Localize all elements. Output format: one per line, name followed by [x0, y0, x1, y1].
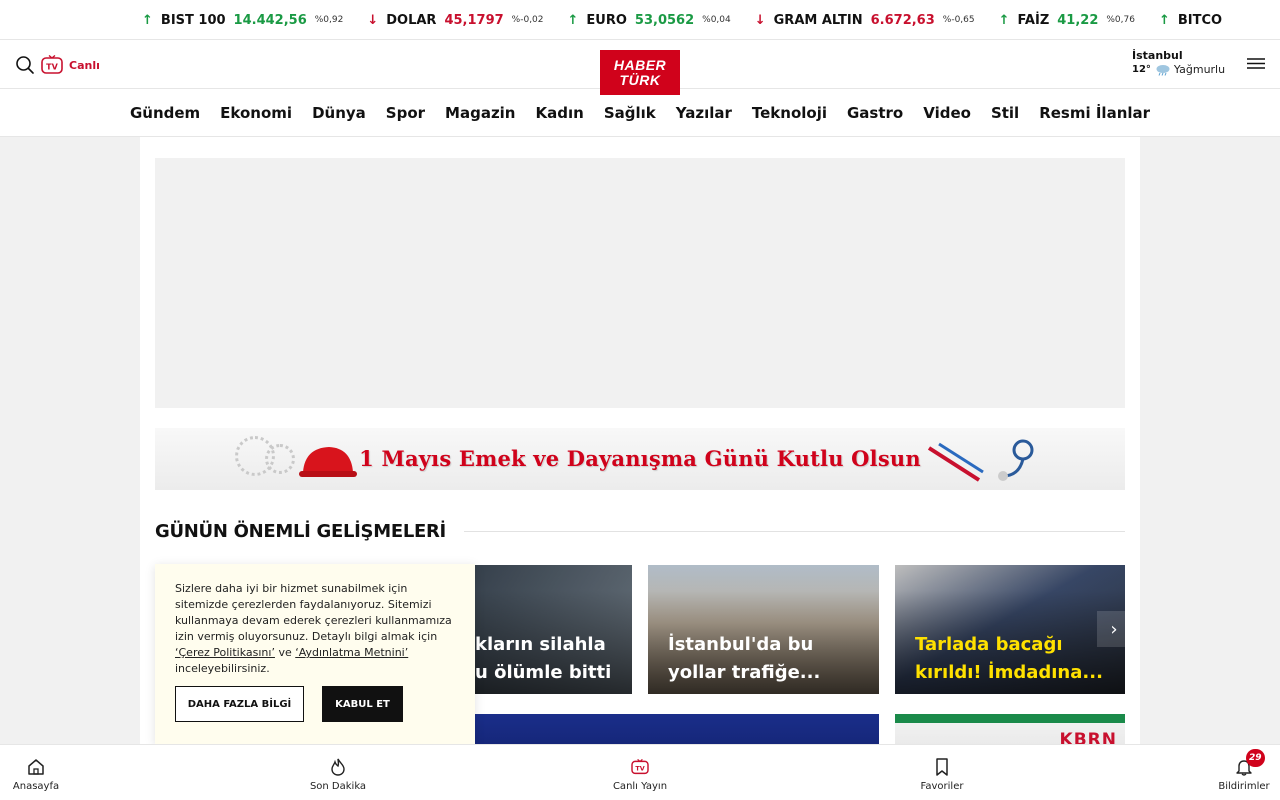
tv-icon: TV	[41, 55, 63, 74]
ticker-track: ↑ BIST 100 14.442,56 %0,92 ↓ DOLAR 45,17…	[142, 0, 1254, 39]
ticker-value: 45,1797	[444, 12, 504, 28]
ticker-name: BIST 100	[160, 12, 226, 28]
nav-yazilar[interactable]: Yazılar	[676, 104, 732, 122]
section-header: GÜNÜN ÖNEMLİ GELİŞMELERİ	[155, 518, 1125, 544]
ticker-value: 41,22	[1057, 12, 1099, 28]
live-label: Canlı	[69, 58, 100, 72]
news-card-title: kların silahla u ölümle bitti	[475, 634, 612, 683]
ticker-change: %0,76	[1106, 15, 1135, 25]
bottom-nav-live[interactable]: TV Canlı Yayın	[595, 757, 685, 792]
cookie-text-middle: ve	[274, 646, 296, 659]
bottom-nav-notifications[interactable]: 29 Bildirimler	[1199, 749, 1280, 792]
site-logo[interactable]: HABER TÜRK	[600, 50, 680, 95]
arrow-up-icon: ↑	[567, 12, 579, 28]
notification-count-badge: 29	[1246, 749, 1265, 767]
bottom-nav-label: Canlı Yayın	[612, 781, 668, 792]
nav-gastro[interactable]: Gastro	[847, 104, 903, 122]
carousel-next-icon[interactable]: ›	[1097, 611, 1131, 647]
ticker-name: DOLAR	[386, 12, 437, 28]
tv-icon-text: TV	[635, 765, 644, 773]
cookie-policy-link[interactable]: ‘Çerez Politikasını’	[175, 646, 275, 659]
stethoscope-icon	[927, 439, 1034, 482]
privacy-notice-link[interactable]: ‘Aydınlatma Metnini’	[295, 646, 408, 659]
nav-teknoloji[interactable]: Teknoloji	[752, 104, 827, 122]
nav-stil[interactable]: Stil	[991, 104, 1019, 122]
news-card[interactable]: İstanbul'da bu yollar trafiğe...	[648, 565, 879, 694]
news-card[interactable]: Tarlada bacağı kırıldı! İmdadına...	[895, 565, 1125, 694]
nav-ekonomi[interactable]: Ekonomi	[220, 104, 292, 122]
tv-icon-text: TV	[46, 63, 58, 72]
ticker-change: %0,04	[702, 15, 731, 25]
nav-dunya[interactable]: Dünya	[312, 104, 366, 122]
home-icon	[26, 757, 46, 777]
arrow-up-icon: ↑	[1158, 12, 1170, 28]
weather-condition: Yağmurlu	[1173, 63, 1226, 76]
bell-icon: 29	[1234, 749, 1265, 777]
ticker-item[interactable]: ↓ GRAM ALTIN 6.672,63 %-0,65	[755, 13, 975, 28]
main-nav: Gündem Ekonomi Dünya Spor Magazin Kadın …	[0, 89, 1280, 137]
nav-magazin[interactable]: Magazin	[445, 104, 515, 122]
cookie-text: Sizlere daha iyi bir hizmet sunabilmek i…	[175, 581, 455, 677]
market-ticker: ↑ BIST 100 14.442,56 %0,92 ↓ DOLAR 45,17…	[0, 0, 1280, 40]
bottom-nav: Anasayfa Son Dakika TV Canlı Yayın Favor…	[0, 744, 1280, 800]
bottom-nav-home[interactable]: Anasayfa	[0, 757, 81, 792]
weather-city: İstanbul	[1132, 49, 1183, 62]
news-card-title: İstanbul'da bu yollar trafiğe...	[668, 634, 821, 683]
site-header: TV Canlı HABER TÜRK İstanbul 12° Yağmurl…	[0, 40, 1280, 95]
flame-icon	[328, 757, 348, 777]
search-icon[interactable]	[14, 54, 36, 76]
card-strip	[895, 714, 1125, 723]
weather-widget[interactable]: İstanbul 12° Yağmurlu	[1132, 49, 1225, 76]
ticker-name: FAİZ	[1017, 12, 1050, 28]
ticker-change: %0,92	[314, 15, 344, 25]
live-tv-link[interactable]: TV Canlı	[41, 53, 100, 77]
ticker-change: %-0,02	[511, 15, 544, 25]
ticker-item[interactable]: ↑ BITCO	[1159, 13, 1230, 28]
news-card-title: Tarlada bacağı kırıldı! İmdadına...	[915, 634, 1103, 683]
arrow-up-icon: ↑	[998, 12, 1010, 28]
bottom-nav-label: Bildirimler	[1218, 781, 1270, 792]
arrow-down-icon: ↓	[367, 12, 379, 28]
bottom-nav-label: Anasayfa	[12, 781, 60, 792]
nav-resmi-ilanlar[interactable]: Resmi İlanlar	[1039, 104, 1150, 122]
ticker-name: GRAM ALTIN	[773, 12, 863, 28]
section-divider	[463, 530, 1125, 532]
cookie-text-end: inceleyebilirsiniz.	[175, 662, 270, 675]
may-day-banner[interactable]: 1 Mayıs Emek ve Dayanışma Günü Kutlu Ols…	[155, 428, 1125, 490]
more-info-button[interactable]: DAHA FAZLA BİLGİ	[175, 686, 304, 722]
bottom-nav-label: Son Dakika	[309, 781, 367, 792]
ticker-value: 6.672,63	[870, 12, 935, 28]
hamburger-menu-icon[interactable]	[1245, 55, 1267, 75]
bottom-nav-breaking[interactable]: Son Dakika	[293, 757, 383, 792]
tv-icon: TV	[630, 757, 650, 777]
ticker-item[interactable]: ↑ BIST 100 14.442,56 %0,92	[142, 13, 343, 28]
nav-video[interactable]: Video	[923, 104, 971, 122]
bookmark-icon	[932, 757, 952, 777]
bottom-nav-favorites[interactable]: Favoriler	[897, 757, 987, 792]
rain-cloud-icon	[1156, 64, 1170, 76]
ad-placeholder	[155, 158, 1125, 408]
bottom-nav-label: Favoriler	[920, 781, 964, 792]
cookie-consent: Sizlere daha iyi bir hizmet sunabilmek i…	[155, 564, 475, 744]
cookie-text-start: Sizlere daha iyi bir hizmet sunabilmek i…	[175, 582, 452, 643]
section-title: GÜNÜN ÖNEMLİ GELİŞMELERİ	[155, 520, 446, 542]
ticker-name: EURO	[586, 12, 627, 28]
nav-gundem[interactable]: Gündem	[130, 104, 200, 122]
ticker-item[interactable]: ↓ DOLAR 45,1797 %-0,02	[367, 13, 543, 28]
weather-temperature: 12°	[1132, 64, 1151, 75]
ticker-item[interactable]: ↑ EURO 53,0562 %0,04	[568, 13, 731, 28]
nav-spor[interactable]: Spor	[386, 104, 425, 122]
ticker-value: 14.442,56	[233, 12, 307, 28]
arrow-down-icon: ↓	[754, 12, 766, 28]
logo-line-2: TÜRK	[619, 71, 661, 88]
logo-line-1: HABER	[613, 56, 667, 73]
arrow-up-icon: ↑	[142, 12, 153, 28]
ticker-value: 53,0562	[634, 12, 695, 28]
ticker-change: %-0,65	[942, 15, 975, 25]
accept-button[interactable]: KABUL ET	[322, 686, 403, 722]
ticker-name: BITCO	[1177, 12, 1223, 28]
nav-saglik[interactable]: Sağlık	[604, 104, 656, 122]
nav-kadin[interactable]: Kadın	[536, 104, 584, 122]
ticker-item[interactable]: ↑ FAİZ 41,22 %0,76	[999, 13, 1135, 28]
